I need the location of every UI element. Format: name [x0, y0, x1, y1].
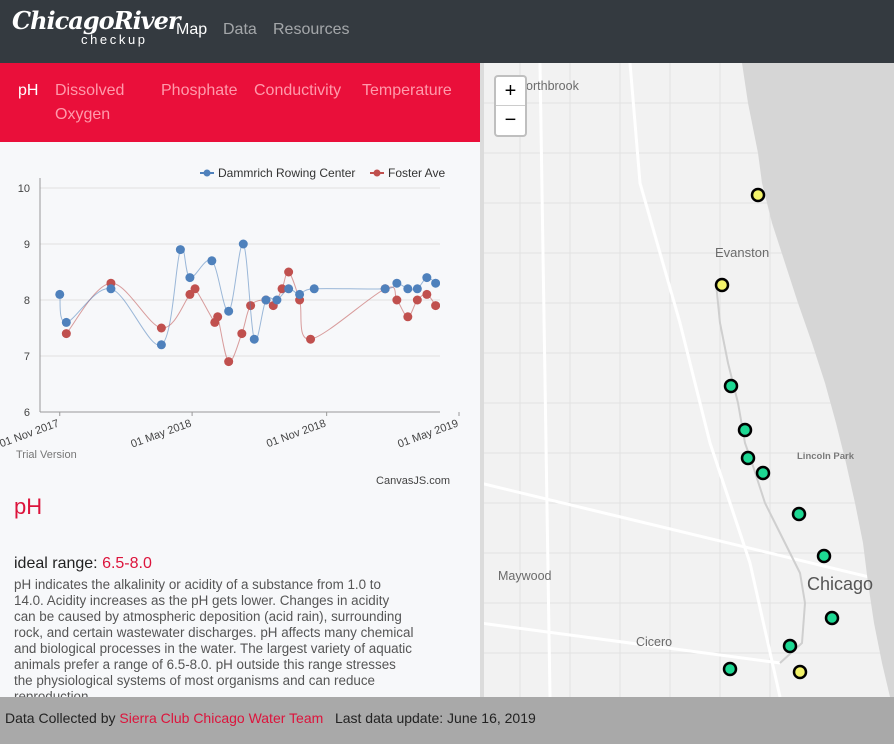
legend-marker: [203, 169, 211, 177]
data-point: [295, 289, 305, 299]
legend-label: Foster Ave: [388, 166, 445, 180]
data-point: [392, 278, 402, 288]
canvasjs-credit: CanvasJS.com: [376, 475, 450, 487]
legend-label: Dammrich Rowing Center: [218, 166, 355, 180]
data-point: [412, 284, 422, 294]
station-marker-green[interactable]: [723, 378, 739, 394]
data-point: [237, 329, 247, 339]
station-marker-yellow[interactable]: [750, 187, 766, 203]
data-point: [403, 284, 413, 294]
data-point: [224, 306, 234, 316]
tab-conductivity[interactable]: Conductivity: [254, 79, 341, 103]
y-tick-label: 9: [24, 239, 30, 251]
legend-marker: [373, 169, 381, 177]
data-point: [249, 334, 259, 344]
station-marker-green[interactable]: [791, 506, 807, 522]
data-point: [422, 289, 432, 299]
nav-resources[interactable]: Resources: [273, 21, 349, 39]
ph-line-chart: 10 9 8 7 601 Nov 2017 01 May 2018 01 Nov 2018 0…: [0, 166, 460, 487]
x-tick-label: 01 May 2018: [129, 418, 193, 451]
x-tick-label: 01 Nov 2017: [0, 418, 61, 451]
y-tick-label: 8: [24, 295, 30, 307]
top-navbar: ChicagoRiver checkup Map Data Resources: [0, 0, 894, 63]
data-point: [422, 273, 432, 283]
data-point: [261, 295, 271, 305]
station-marker-yellow[interactable]: [792, 664, 808, 680]
nav-data[interactable]: Data: [223, 21, 257, 39]
data-point: [306, 334, 316, 344]
zoom-in-button[interactable]: +: [496, 77, 525, 106]
y-tick-label: 6: [24, 407, 30, 419]
station-marker-green[interactable]: [740, 450, 756, 466]
x-tick-label: 01 May 2019: [396, 418, 460, 451]
tab-dissolved-oxygen[interactable]: Dissolved Oxygen: [55, 79, 150, 127]
data-point: [238, 239, 248, 249]
page-footer: Data Collected by Sierra Club Chicago Wa…: [0, 697, 894, 744]
last-update: Last data update: June 16, 2019: [334, 710, 536, 726]
data-point: [207, 256, 217, 266]
station-marker-green[interactable]: [755, 465, 771, 481]
map-panel[interactable]: Northbrook Evanston Lincoln Park Maywood…: [480, 63, 894, 697]
parameter-tabs: pH Dissolved Oxygen Phosphate Conductivi…: [0, 63, 480, 142]
y-tick-label: 10: [18, 183, 30, 195]
data-point: [431, 278, 440, 288]
data-point: [224, 357, 234, 367]
tab-ph[interactable]: pH: [18, 79, 38, 103]
monitoring-station-markers: [714, 187, 840, 680]
ideal-range-label: ideal range:: [14, 555, 103, 572]
trial-version-watermark: Trial Version: [16, 449, 77, 461]
site-logo[interactable]: ChicagoRiver checkup: [12, 6, 181, 50]
ideal-range: ideal range: 6.5-8.0: [14, 555, 152, 573]
data-point: [431, 301, 440, 311]
x-tick-label: 01 Nov 2018: [265, 418, 328, 451]
data-point: [190, 284, 200, 294]
data-point: [284, 267, 294, 277]
map-zoom-control: + −: [494, 75, 527, 137]
data-point: [380, 284, 390, 294]
data-point: [412, 295, 422, 305]
ideal-range-value: 6.5-8.0: [102, 555, 152, 572]
data-point: [213, 312, 223, 322]
data-point: [392, 295, 402, 305]
station-marker-green[interactable]: [782, 638, 798, 654]
station-marker-yellow[interactable]: [714, 277, 730, 293]
station-marker-green[interactable]: [722, 661, 738, 677]
data-point: [185, 273, 195, 283]
parameter-title: pH: [14, 494, 43, 519]
data-point: [61, 329, 71, 339]
series-line: [59, 243, 436, 346]
nav-map[interactable]: Map: [176, 21, 207, 39]
data-point: [284, 284, 294, 294]
tab-phosphate[interactable]: Phosphate: [161, 79, 238, 103]
data-point: [156, 323, 166, 333]
left-panel: pH Dissolved Oxygen Phosphate Conductivi…: [0, 63, 480, 697]
station-marker-green[interactable]: [816, 548, 832, 564]
data-point: [61, 317, 71, 327]
station-marker-green[interactable]: [737, 422, 753, 438]
data-point: [175, 245, 185, 255]
data-point: [403, 312, 413, 322]
zoom-out-button[interactable]: −: [496, 106, 525, 135]
data-point: [106, 284, 116, 294]
logo-sub-text: checkup: [81, 32, 148, 47]
tab-temperature[interactable]: Temperature: [362, 79, 452, 103]
station-marker-green[interactable]: [824, 610, 840, 626]
parameter-description: pH indicates the alkalinity or acidity o…: [14, 577, 414, 697]
footer-prefix: Data Collected by: [5, 710, 120, 726]
sierra-club-link[interactable]: Sierra Club Chicago Water Team: [119, 710, 323, 726]
y-tick-label: 7: [24, 351, 30, 363]
data-point: [55, 289, 65, 299]
data-point: [272, 295, 282, 305]
series-dammrich: [55, 239, 440, 350]
data-point: [309, 284, 319, 294]
data-point: [156, 340, 166, 350]
logo-main-text: ChicagoRiver: [12, 6, 181, 35]
footer-text: Data Collected by Sierra Club Chicago Wa…: [5, 710, 536, 726]
